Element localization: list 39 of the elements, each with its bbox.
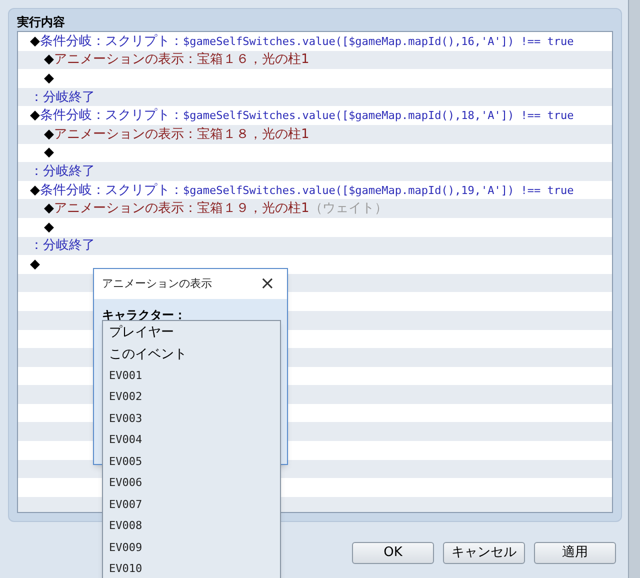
dropdown-option[interactable]: EV002 — [103, 386, 280, 408]
branch-command: 条件分岐：スクリプト：$gameSelfSwitches.value([$gameMap.mapId(),16,'A']) !== true — [40, 34, 574, 48]
dialog-title: アニメーションの表示 — [102, 276, 212, 292]
diamond-marker: ◆ — [30, 109, 40, 122]
group-title: 実行内容 — [17, 14, 66, 31]
dialog-button[interactable]: 適用 — [534, 542, 616, 564]
diamond-marker: ◆ — [30, 258, 40, 271]
dropdown-option[interactable]: EV005 — [103, 451, 280, 472]
diamond-marker: ◆ — [44, 53, 54, 66]
branch-end: ：分岐終了 — [30, 164, 95, 178]
dialog-button[interactable]: キャンセル — [443, 542, 525, 564]
diamond-marker: ◆ — [30, 184, 40, 197]
dropdown-option[interactable]: EV004 — [103, 430, 280, 451]
dropdown-option[interactable]: EV006 — [103, 472, 280, 494]
animation-command: アニメーションの表示：宝箱１８，光の柱1 — [54, 128, 310, 141]
field-label: キャラクター： — [102, 308, 186, 322]
branch-end: ：分岐終了 — [30, 90, 95, 104]
diamond-marker: ◆ — [44, 128, 54, 141]
dropdown-option[interactable]: EV001 — [103, 365, 280, 386]
wait-note: （ウェイト） — [309, 202, 388, 216]
dropdown-option[interactable]: プレイヤー — [103, 322, 280, 344]
branch-command: 条件分岐：スクリプト：$gameSelfSwitches.value([$gameMap.mapId(),19,'A']) !== true — [40, 184, 574, 197]
dropdown-option[interactable]: このイベント — [103, 344, 280, 365]
animation-command: アニメーションの表示：宝箱１９，光の柱1 — [54, 202, 310, 216]
diamond-marker: ◆ — [44, 146, 54, 160]
animation-command: アニメーションの表示：宝箱１６，光の柱1 — [54, 53, 310, 66]
dropdown-option[interactable]: EV009 — [103, 537, 280, 558]
diamond-marker: ◆ — [44, 72, 54, 85]
diamond-marker: ◆ — [30, 34, 40, 48]
branch-command: 条件分岐：スクリプト：$gameSelfSwitches.value([$gameMap.mapId(),18,'A']) !== true — [40, 109, 574, 122]
dialog-button[interactable]: OK — [352, 542, 434, 564]
dropdown-option[interactable]: EV010 — [103, 558, 280, 578]
diamond-marker: ◆ — [44, 220, 54, 234]
close-button[interactable]: × — [256, 275, 279, 293]
dropdown-option[interactable]: EV003 — [103, 408, 280, 430]
diamond-marker: ◆ — [44, 202, 54, 216]
dropdown-option[interactable]: EV007 — [103, 494, 280, 516]
dropdown-option[interactable]: EV008 — [103, 516, 280, 537]
branch-end: ：分岐終了 — [30, 239, 95, 252]
